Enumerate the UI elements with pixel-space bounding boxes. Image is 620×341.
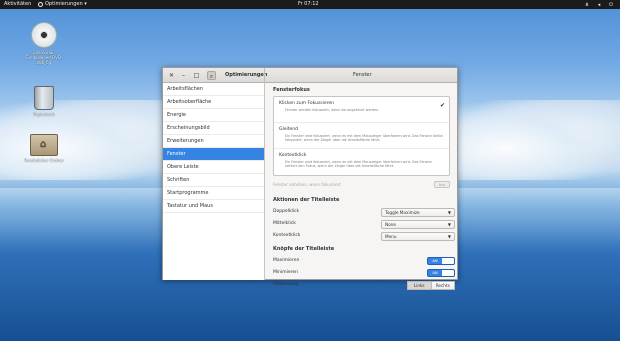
wallpaper-trees-right — [455, 100, 620, 180]
sidebar-item-appearance[interactable]: Erscheinungsbild — [163, 122, 264, 135]
middle-click-label: Mittelklick — [273, 221, 296, 226]
maximize-row: Maximieren AN — [273, 255, 455, 267]
system-tray[interactable]: ⋔ ◂ ⏻ — [584, 0, 614, 8]
sidebar-item-power[interactable]: Energie — [163, 109, 264, 122]
focus-option-click[interactable]: Klicken zum Fokussieren Fenster werden f… — [274, 97, 449, 123]
volume-icon[interactable]: ◂ — [596, 2, 602, 8]
sidebar-item-workspaces[interactable]: Arbeitsflächen — [163, 83, 264, 96]
dropdown-value: None — [385, 221, 396, 227]
maximize-icon[interactable]: □ — [192, 71, 201, 80]
close-icon[interactable]: ✕ — [167, 71, 176, 80]
header-bar: ✕ – □ ⌕ Optimierungen Fenster — [163, 68, 457, 83]
focus-option-secondary[interactable]: Kontextklick Ein Fenster wird fokussiert… — [274, 149, 449, 175]
desktop-icon-dvd[interactable]: openSUSE-Tumbleweed-DVD-x86_64 — [24, 22, 64, 65]
option-title: Klicken zum Fokussieren — [279, 101, 335, 106]
minimize-icon[interactable]: – — [179, 71, 188, 80]
context-click-row: Kontextklick Menu ▼ — [273, 230, 455, 242]
chevron-down-icon: ▼ — [447, 221, 451, 227]
placement-right-button[interactable]: Rechts — [431, 280, 455, 290]
section-heading-titlebar-actions: Aktionen der Titelleiste — [273, 197, 340, 203]
placement-selector: Links Rechts — [407, 280, 455, 290]
section-heading-titlebar-buttons: Knöpfe der Titelleiste — [273, 246, 335, 252]
header-divider — [264, 68, 265, 83]
home-folder-icon: ⌂ — [30, 134, 58, 156]
trash-icon — [34, 86, 54, 110]
maximize-switch[interactable]: AN — [427, 257, 455, 265]
maximize-label: Maximieren — [273, 258, 300, 263]
sidebar-item-fonts[interactable]: Schriften — [163, 174, 264, 187]
sidebar-item-windows[interactable]: Fenster — [163, 148, 264, 161]
clock[interactable]: Fr 07:12 — [298, 0, 319, 9]
desktop-icon-home[interactable]: ⌂ Persönlicher Ordner — [24, 134, 64, 163]
switch-on-text: AN — [428, 270, 442, 276]
context-click-dropdown[interactable]: Menu ▼ — [381, 231, 455, 241]
chevron-down-icon: ▼ — [447, 209, 451, 215]
raise-on-focus-row: Fenster anheben, wenn fokussiert Aus — [273, 179, 450, 191]
sidebar-item-keyboard-mouse[interactable]: Tastatur und Maus — [163, 200, 264, 213]
placement-row: Platzierung Links Rechts — [273, 279, 455, 291]
double-click-row: Doppelklick Toggle Maximize ▼ — [273, 206, 455, 218]
panel-title: Fenster — [353, 72, 372, 78]
sidebar-item-top-bar[interactable]: Obere Leiste — [163, 161, 264, 174]
option-title: Gleitend — [279, 127, 298, 132]
middle-click-row: Mittelklick None ▼ — [273, 218, 455, 230]
sidebar: Arbeitsflächen Arbeitsoberfläche Energie… — [163, 83, 265, 280]
power-icon[interactable]: ⏻ — [608, 2, 614, 8]
activities-button[interactable]: Aktivitäten — [4, 0, 31, 9]
option-description: Ein Fenster wird fokussiert, wenn es mit… — [285, 134, 443, 142]
app-menu-label: Optimierungen ▾ — [45, 1, 87, 7]
sidebar-item-extensions[interactable]: Erweiterungen — [163, 135, 264, 148]
switch-on-text: AN — [428, 258, 442, 264]
desktop-icon-label: Persönlicher Ordner — [24, 158, 64, 163]
search-icon[interactable]: ⌕ — [207, 71, 216, 80]
dropdown-value: Menu — [385, 233, 397, 239]
desktop-icon-trash[interactable]: Papierkorb — [24, 86, 64, 117]
context-click-label: Kontextklick — [273, 233, 301, 238]
dropdown-value: Toggle Maximize — [385, 209, 420, 215]
desktop-icon-label: openSUSE-Tumbleweed-DVD-x86_64 — [25, 50, 63, 65]
focus-option-sloppy[interactable]: Gleitend Ein Fenster wird fokussiert, we… — [274, 123, 449, 149]
raise-on-focus-toggle[interactable]: Aus — [434, 181, 450, 188]
double-click-dropdown[interactable]: Toggle Maximize ▼ — [381, 207, 455, 217]
focus-options-list: Klicken zum Fokussieren Fenster werden f… — [273, 96, 450, 176]
gear-icon — [38, 2, 43, 7]
top-bar: Aktivitäten Optimierungen ▾ Fr 07:12 ⋔ ◂… — [0, 0, 620, 9]
tweaks-window: ✕ – □ ⌕ Optimierungen Fenster Arbeitsflä… — [162, 67, 458, 290]
app-menu[interactable]: Optimierungen ▾ — [38, 0, 87, 9]
sidebar-item-startup[interactable]: Startprogramme — [163, 187, 264, 200]
option-title: Kontextklick — [279, 153, 307, 158]
desktop-icon-label: Papierkorb — [33, 112, 55, 117]
minimize-row: Minimieren AN — [273, 267, 455, 279]
section-heading-focus: Fensterfokus — [273, 87, 310, 93]
placement-label: Platzierung — [273, 282, 299, 287]
placement-left-button[interactable]: Links — [407, 280, 432, 290]
network-icon[interactable]: ⋔ — [584, 2, 590, 8]
raise-on-focus-label: Fenster anheben, wenn fokussiert — [273, 182, 341, 187]
sidebar-item-desktop[interactable]: Arbeitsoberfläche — [163, 96, 264, 109]
option-description: Ein Fenster wird fokussiert, wenn es mit… — [285, 160, 433, 168]
disc-icon — [31, 22, 57, 48]
option-description: Fenster werden fokussiert, wenn sie ange… — [285, 108, 380, 112]
minimize-label: Minimieren — [273, 270, 299, 275]
chevron-down-icon: ▼ — [447, 233, 451, 239]
double-click-label: Doppelklick — [273, 209, 300, 214]
middle-click-dropdown[interactable]: None ▼ — [381, 219, 455, 229]
settings-panel: Fensterfokus Klicken zum Fokussieren Fen… — [266, 83, 457, 290]
minimize-switch[interactable]: AN — [427, 269, 455, 277]
checkmark-icon: ✔ — [439, 102, 445, 109]
app-title: Optimierungen — [225, 72, 268, 78]
